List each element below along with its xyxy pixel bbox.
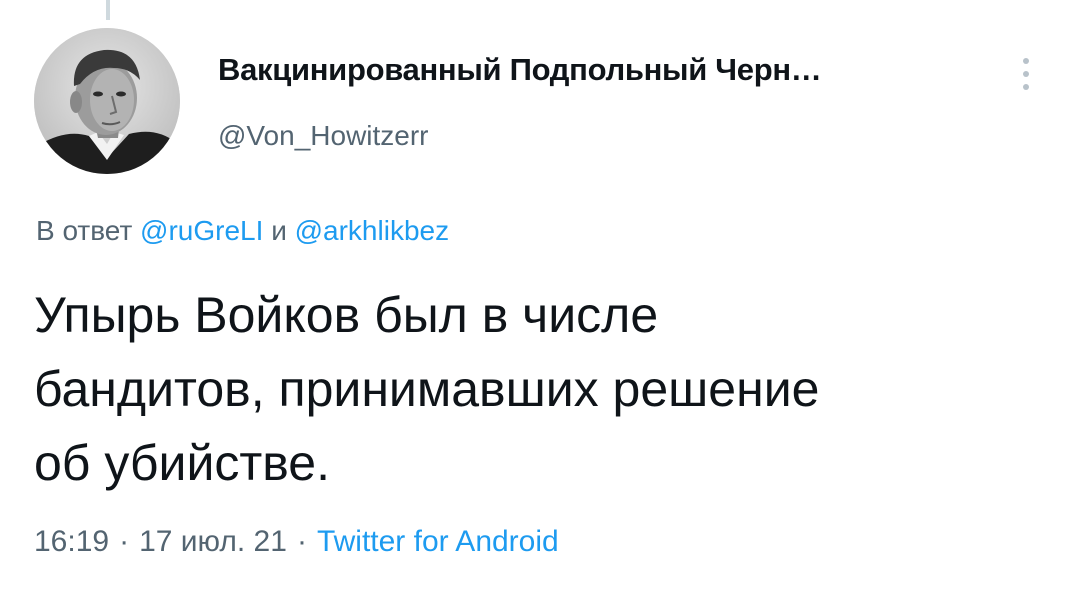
meta-separator: · xyxy=(119,525,130,558)
more-vertical-icon xyxy=(1023,58,1029,64)
tweet-date[interactable]: 17 июл. 21 xyxy=(139,525,287,558)
tweet-text-line: Упырь Войков был в числе xyxy=(34,287,659,343)
avatar[interactable] xyxy=(34,28,180,174)
profile-photo xyxy=(34,28,180,174)
more-options-button[interactable] xyxy=(1010,54,1044,94)
meta-separator: · xyxy=(296,525,307,558)
author-display-name[interactable]: Вакцинированный Подпольный Черн… xyxy=(218,52,822,88)
tweet-text-line: об убийстве. xyxy=(34,435,330,491)
author-handle[interactable]: @Von_Howitzerr xyxy=(218,120,429,152)
tweet-text-line: бандитов, принимавших решение xyxy=(34,361,820,417)
reply-context: В ответ @ruGreLI и @arkhlikbez xyxy=(36,215,449,247)
reply-prefix: В ответ xyxy=(36,215,133,246)
tweet-source-link[interactable]: Twitter for Android xyxy=(317,525,559,558)
tweet-text: Упырь Войков был в числе бандитов, прини… xyxy=(34,278,1044,500)
tweet-time[interactable]: 16:19 xyxy=(34,525,109,558)
mention-link-1[interactable]: @ruGreLI xyxy=(140,215,263,246)
tweet-metadata: 16:19 · 17 июл. 21 · Twitter for Android xyxy=(34,525,559,559)
thread-connector-line xyxy=(106,0,110,20)
reply-joiner: и xyxy=(271,215,287,246)
mention-link-2[interactable]: @arkhlikbez xyxy=(295,215,449,246)
